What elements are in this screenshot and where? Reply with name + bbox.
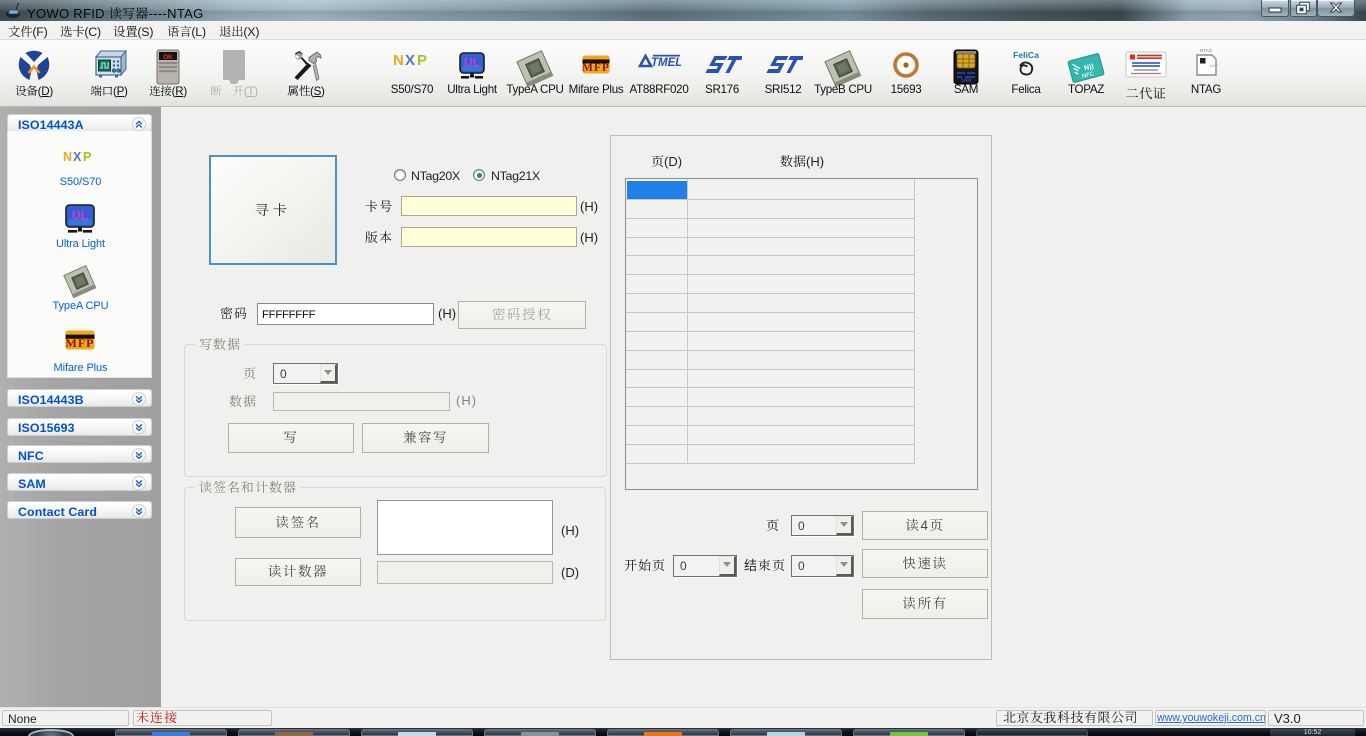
svg-text:P: P <box>83 150 91 164</box>
svg-text:MFP: MFP <box>65 336 94 350</box>
svg-text:FeliCa: FeliCa <box>1013 50 1039 60</box>
svg-text:TMEL: TMEL <box>651 57 681 69</box>
svg-text:UL: UL <box>72 209 88 223</box>
svg-text:NXP: NXP <box>1210 63 1219 68</box>
svg-text:X: X <box>73 150 82 164</box>
svg-text:MFP: MFP <box>582 62 610 74</box>
svg-text:P: P <box>417 52 427 69</box>
svg-text:N: N <box>63 150 72 164</box>
svg-text:X: X <box>405 52 415 69</box>
svg-text:N: N <box>393 52 404 69</box>
svg-text:OK: OK <box>163 54 173 61</box>
svg-text:NTAG: NTAG <box>1200 48 1213 53</box>
svg-text:UL: UL <box>464 56 480 70</box>
